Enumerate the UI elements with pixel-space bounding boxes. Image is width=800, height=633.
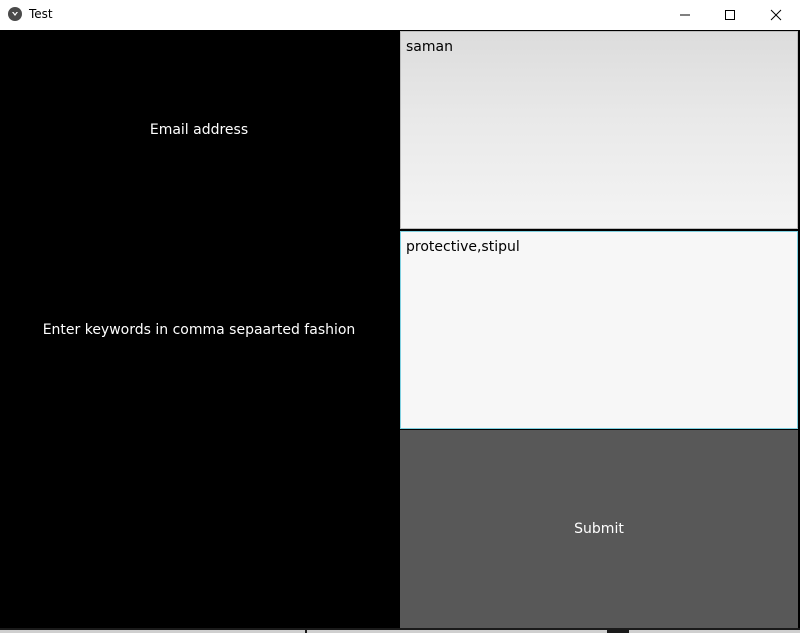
maximize-button[interactable] — [707, 0, 753, 30]
maximize-icon — [725, 10, 735, 20]
close-icon — [770, 9, 782, 21]
email-label: Email address — [149, 122, 249, 138]
app-window: Test Email address saman Enter keywords … — [0, 0, 800, 633]
minimize-icon — [680, 14, 690, 16]
keywords-label: Enter keywords in comma sepaarted fashio… — [42, 322, 356, 338]
keywords-input[interactable]: protective,stipul — [400, 231, 798, 429]
minimize-button[interactable] — [662, 0, 708, 30]
submit-button[interactable]: Submit — [400, 430, 798, 628]
client-area: Email address saman Enter keywords in co… — [0, 30, 800, 633]
window-title: Test — [29, 7, 53, 21]
title-bar[interactable]: Test — [0, 0, 800, 30]
kivy-icon — [8, 7, 22, 21]
bottom-edge — [0, 628, 800, 633]
email-input[interactable]: saman — [400, 31, 798, 229]
close-button[interactable] — [753, 0, 799, 30]
